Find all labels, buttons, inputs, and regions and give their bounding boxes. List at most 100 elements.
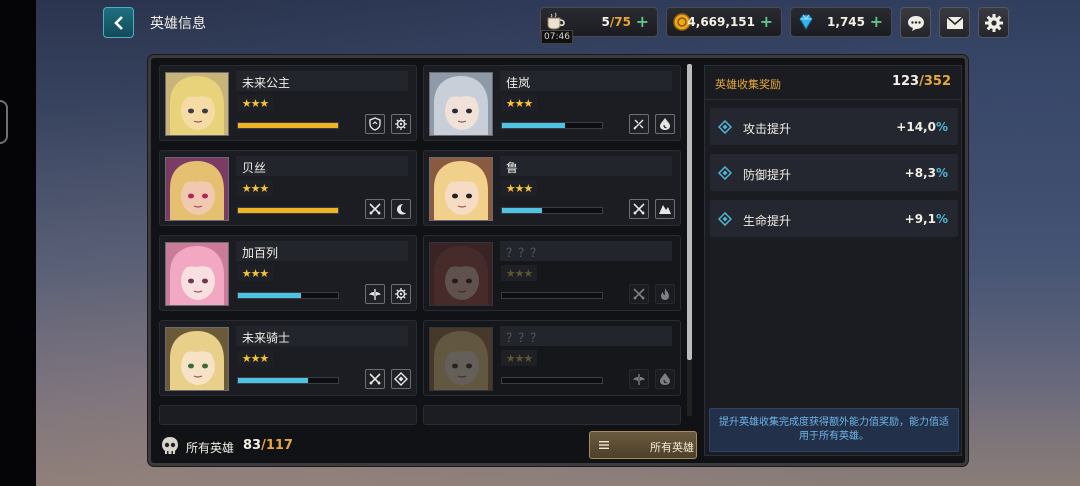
back-button[interactable] [103,7,134,38]
gear-icon [391,284,411,304]
hero-progress-fill [238,293,301,298]
bonus-label: 攻击提升 [743,122,792,136]
hero-name: 未来公主 [242,76,291,90]
hero-star-rating: ★★★ [237,350,273,366]
hero-card-locked[interactable]: ？？？ ★★★ [423,235,681,311]
hero-star-rating: ★★★ [501,265,537,281]
stamina-value: 5/75 [601,15,631,29]
gear-icon [391,114,411,134]
hero-card-locked[interactable]: ？？？ ★★★ [423,320,681,396]
gold-value: 4,669,151 [687,15,755,29]
hero-star-rating: ★★★ [501,95,537,111]
bonus-value: +9,1% [904,212,948,226]
collection-title: 英雄收集奖励 [715,78,781,91]
no-sword-icon [629,114,649,134]
hero-list-footer: 所有英雄 83/117 所有英雄 [151,430,697,463]
bonus-value: +8,3% [904,166,948,180]
moon-icon [391,199,411,219]
hero-progress-bar [237,122,339,129]
hero-name: 贝丝 [242,161,267,175]
hero-progress-fill [238,208,338,213]
bonus-label: 防御提升 [743,168,792,182]
collection-header: 英雄收集奖励 123/352 [705,66,961,100]
hero-star-rating: ★★★ [501,180,537,196]
diamond-bullet-icon [718,212,732,226]
crossed-swords-icon [365,369,385,389]
hero-filter-label: 所有英雄 [650,441,694,454]
hero-progress-fill [238,123,338,128]
bonus-row-health: 生命提升 +9,1% [710,200,958,237]
hero-emblem-icon [162,437,178,454]
shield-icon [365,114,385,134]
add-gold-icon[interactable]: + [760,13,773,31]
hero-progress-bar [237,377,339,384]
chat-button[interactable] [900,7,931,38]
bonus-row-attack: 攻击提升 +14,0% [710,108,958,145]
crossed-swords-icon [365,199,385,219]
hero-list[interactable]: 未来公主 ★★★ 佳岚 ★★★ 贝丝 ★★★ 鲁 ★★★ 加百列 ★★★ ？？？ ★★★ 未来骑士 ★★★… [159,65,692,425]
hero-card[interactable]: 未来公主 ★★★ [159,65,417,141]
device-side-button [0,100,8,144]
chevron-left-icon [113,15,123,30]
hero-card[interactable]: 未来骑士 ★★★ [159,320,417,396]
gold-counter[interactable]: 4,669,151 + [666,7,782,37]
hero-list-scrollbar[interactable] [687,64,692,416]
hero-name: 鲁 [506,161,519,175]
stamina-timer: 07:46 [541,30,573,44]
hero-filter-button[interactable]: 所有英雄 [589,431,697,459]
hero-name: ？？？ [506,246,543,260]
wings-icon [629,369,649,389]
hero-portrait [429,72,493,136]
hero-portrait [165,157,229,221]
water-drop-icon [655,369,675,389]
hero-card[interactable]: 加百列 ★★★ [159,235,417,311]
hero-card-partial[interactable] [423,405,681,425]
stamina-counter[interactable]: 07:46 5/75 + [540,7,658,44]
crossed-swords-icon [629,284,649,304]
hero-portrait [429,157,493,221]
hero-star-rating: ★★★ [237,95,273,111]
hero-card[interactable]: 鲁 ★★★ [423,150,681,226]
diamond-icon [793,9,819,35]
hero-name: ？？？ [506,331,543,345]
hero-portrait [165,327,229,391]
gear-icon [984,13,1003,32]
scrollbar-thumb[interactable] [687,64,692,360]
diamond-bullet-icon [718,166,732,180]
all-heroes-label: 所有英雄 [186,441,235,455]
mountain-icon [655,199,675,219]
bonus-row-defense: 防御提升 +8,3% [710,154,958,191]
water-drop-icon [655,114,675,134]
bonus-label: 生命提升 [743,214,792,228]
hero-progress-bar [237,292,339,299]
hero-portrait [429,327,493,391]
hero-star-rating: ★★★ [501,350,537,366]
diamond-shield-icon [391,369,411,389]
gem-counter[interactable]: 1,745 + [790,7,892,37]
hero-name-plate [500,156,672,176]
hero-progress-fill [238,378,308,383]
hero-progress-bar [237,207,339,214]
hero-count: 83/117 [243,438,293,453]
hero-portrait [429,242,493,306]
hero-progress-bar [501,377,603,384]
settings-button[interactable] [978,7,1009,38]
add-gem-icon[interactable]: + [870,13,883,31]
hero-card[interactable]: 贝丝 ★★★ [159,150,417,226]
hero-card[interactable]: 佳岚 ★★★ [423,65,681,141]
hero-progress-bar [501,207,603,214]
hero-progress-bar [501,292,603,299]
hero-name: 佳岚 [506,76,531,90]
mail-button[interactable] [939,7,970,38]
chat-bubble-icon [907,15,924,31]
add-stamina-icon[interactable]: + [636,13,649,31]
collection-bonus-panel: 英雄收集奖励 123/352 攻击提升 +14,0% 防御提升 +8,3% 生命… [704,65,962,456]
hero-progress-fill [502,123,565,128]
hero-progress-bar [501,122,603,129]
collection-note: 提升英雄收集完成度获得额外能力值奖励，能力值适用于所有英雄。 [709,408,959,452]
bonus-value: +14,0% [896,120,948,134]
hero-portrait [165,72,229,136]
diamond-bullet-icon [718,120,732,134]
hero-card-partial[interactable] [159,405,417,425]
crossed-swords-icon [629,199,649,219]
